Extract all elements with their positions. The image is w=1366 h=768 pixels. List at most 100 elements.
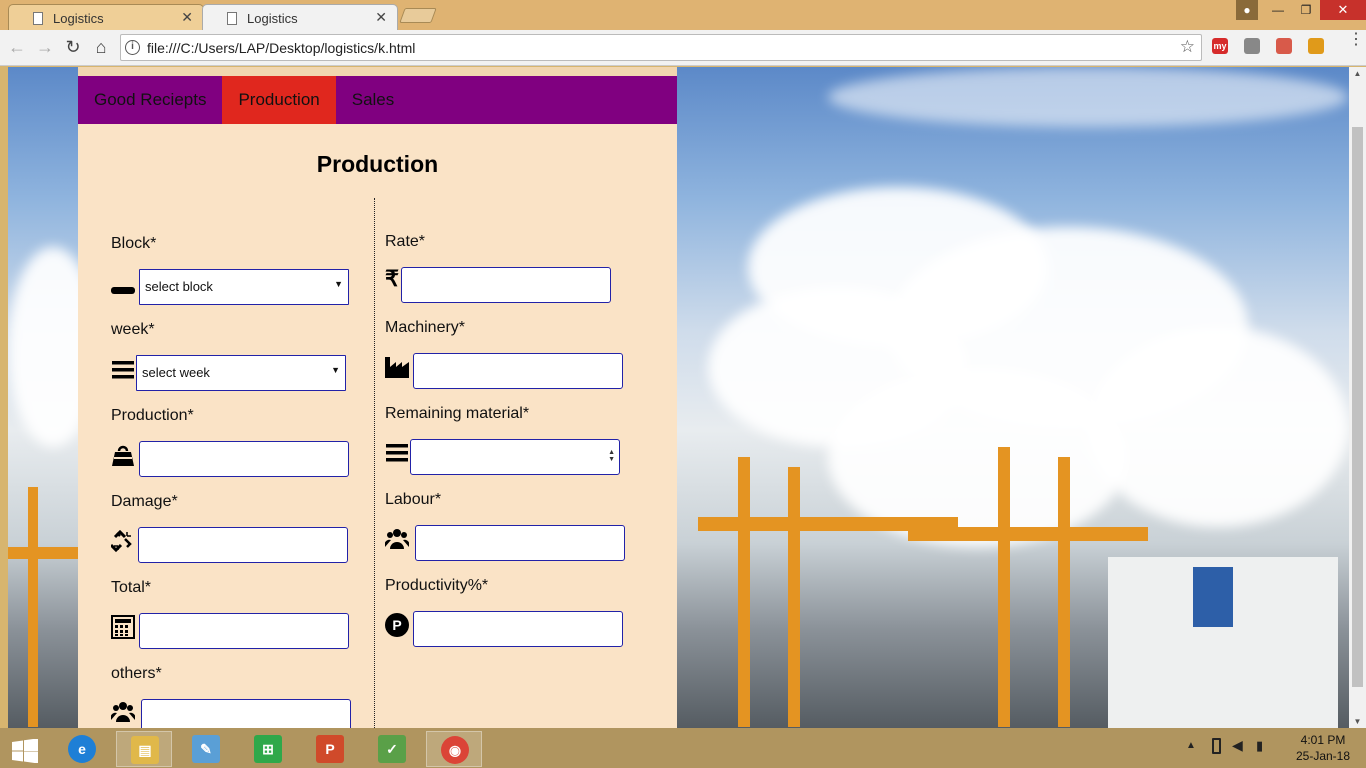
close-window-button[interactable]: ✕ xyxy=(1320,0,1366,20)
back-button[interactable]: ← xyxy=(6,36,28,58)
remaining-material-label: Remaining material* xyxy=(385,405,530,422)
block-label: Block* xyxy=(111,235,157,252)
forward-button[interactable]: → xyxy=(34,36,56,58)
machinery-input[interactable] xyxy=(413,353,623,389)
windows-taskbar: e ▤ ✎ ⊞ P ✓ ◉ ▲ ◀ ▮ 4:01 PM 25-Jan-18 xyxy=(0,728,1366,768)
calculator-icon xyxy=(111,615,135,639)
nav-tab-good-reciepts[interactable]: Good Reciepts xyxy=(78,76,222,124)
battery-icon[interactable] xyxy=(1212,738,1221,754)
scroll-down-arrow-icon[interactable]: ▼ xyxy=(1349,717,1366,726)
page-icon xyxy=(33,12,43,25)
industry-icon xyxy=(385,357,409,378)
rate-label: Rate* xyxy=(385,233,426,250)
scroll-thumb[interactable] xyxy=(1352,127,1363,687)
browser-tab-1[interactable]: Logistics ✕ xyxy=(8,4,204,30)
restore-button[interactable]: ❐ xyxy=(1292,0,1320,20)
others-input[interactable] xyxy=(141,699,351,728)
store-icon: ⊞ xyxy=(254,735,282,763)
info-icon[interactable]: i xyxy=(125,40,140,55)
machinery-label: Machinery* xyxy=(385,319,466,336)
browser-tab-2[interactable]: Logistics ✕ xyxy=(202,4,398,30)
bars-icon xyxy=(386,444,408,462)
taskbar-app-chrome[interactable]: ◉ xyxy=(426,731,482,767)
production-label: Production* xyxy=(111,407,194,424)
clock-time: 4:01 PM xyxy=(1300,733,1346,747)
nav-tab-sales[interactable]: Sales xyxy=(336,76,411,124)
weight-icon xyxy=(112,445,134,466)
taskbar-app-notepad[interactable]: ✓ xyxy=(364,731,420,767)
browser-toolbar: ← → ↻ ⌂ i file:///C:/Users/LAP/Desktop/l… xyxy=(0,30,1366,66)
production-input[interactable] xyxy=(139,441,349,477)
nav-tab-production[interactable]: Production xyxy=(222,76,336,124)
start-button[interactable] xyxy=(0,731,50,767)
week-select[interactable]: select week ▼ xyxy=(136,355,346,391)
windows-logo-icon xyxy=(12,739,38,763)
number-spinner-icon[interactable]: ▲ ▼ xyxy=(608,449,615,463)
block-select-value: select block xyxy=(145,279,213,294)
chrome-menu-icon[interactable]: ⋮ xyxy=(1348,32,1364,48)
productivity-input[interactable] xyxy=(413,611,623,647)
taskbar-app-internet-explorer[interactable]: e xyxy=(54,731,110,767)
minus-icon xyxy=(111,287,135,294)
taskbar-app-paint[interactable]: ✎ xyxy=(178,731,234,767)
browser-tab-title: Logistics xyxy=(53,11,104,26)
window-controls: ● — ❐ ✕ xyxy=(1236,0,1366,20)
total-input[interactable] xyxy=(139,613,349,649)
taskbar-app-file-explorer[interactable]: ▤ xyxy=(116,731,172,767)
others-label: others* xyxy=(111,665,162,682)
address-bar[interactable]: i file:///C:/Users/LAP/Desktop/logistics… xyxy=(120,34,1202,61)
internet-explorer-icon: e xyxy=(68,735,96,763)
damage-label: Damage* xyxy=(111,493,178,510)
block-select[interactable]: select block ▼ xyxy=(139,269,349,305)
minimize-button[interactable]: — xyxy=(1264,0,1292,20)
labour-input[interactable] xyxy=(415,525,625,561)
notepad-icon: ✓ xyxy=(378,735,406,763)
location-extension-icon[interactable] xyxy=(1308,38,1324,54)
browser-tab-title: Logistics xyxy=(247,11,298,26)
users-icon xyxy=(385,529,409,549)
week-label: week* xyxy=(111,321,155,338)
dropdown-arrow-icon: ▼ xyxy=(331,365,340,375)
broken-link-icon xyxy=(111,529,132,553)
close-tab-icon[interactable]: ✕ xyxy=(375,9,387,26)
parking-icon: P xyxy=(385,613,409,637)
rate-input[interactable] xyxy=(401,267,611,303)
network-icon[interactable]: ▮ xyxy=(1256,738,1263,754)
taskbar-app-powerpoint[interactable]: P xyxy=(302,731,358,767)
home-button[interactable]: ⌂ xyxy=(90,36,112,58)
user-icon[interactable]: ● xyxy=(1236,0,1258,20)
my-extension-icon[interactable]: my xyxy=(1212,38,1228,54)
page-scrollbar[interactable]: ▲ ▼ xyxy=(1349,67,1366,728)
page-icon xyxy=(227,12,237,25)
svg-text:P: P xyxy=(392,617,401,633)
chrome-icon: ◉ xyxy=(441,736,469,764)
show-hidden-icons-icon[interactable]: ▲ xyxy=(1186,740,1196,751)
productivity-label: Productivity%* xyxy=(385,577,489,594)
taskbar-app-store[interactable]: ⊞ xyxy=(240,731,296,767)
clock-date: 25-Jan-18 xyxy=(1295,749,1351,763)
browser-tab-strip: Logistics ✕ Logistics ✕ ● — ❐ ✕ xyxy=(0,0,1366,30)
volume-icon[interactable]: ◀ xyxy=(1232,737,1243,754)
page-title: Production xyxy=(316,151,439,177)
bookmark-star-icon[interactable]: ☆ xyxy=(1180,37,1195,57)
dropdown-arrow-icon: ▼ xyxy=(334,279,343,289)
nav-bar: Good Reciepts Production Sales xyxy=(78,76,677,124)
damage-input[interactable] xyxy=(138,527,348,563)
week-select-value: select week xyxy=(142,365,210,380)
dictionary-extension-icon[interactable] xyxy=(1276,38,1292,54)
form-panel: Good Reciepts Production Sales Productio… xyxy=(78,67,677,728)
scroll-up-arrow-icon[interactable]: ▲ xyxy=(1349,69,1366,78)
sync-extension-icon[interactable] xyxy=(1244,38,1260,54)
close-tab-icon[interactable]: ✕ xyxy=(181,9,193,26)
powerpoint-icon: P xyxy=(316,735,344,763)
system-clock[interactable]: 4:01 PM 25-Jan-18 xyxy=(1288,732,1358,764)
remaining-material-input[interactable]: ▲ ▼ xyxy=(410,439,620,475)
reload-button[interactable]: ↻ xyxy=(62,36,84,58)
page-viewport: Good Reciepts Production Sales Productio… xyxy=(8,67,1349,728)
users-icon xyxy=(111,702,135,722)
column-divider xyxy=(374,198,375,728)
url-text[interactable]: file:///C:/Users/LAP/Desktop/logistics/k… xyxy=(147,40,415,56)
total-label: Total* xyxy=(111,579,152,596)
labour-label: Labour* xyxy=(385,491,442,508)
new-tab-button[interactable] xyxy=(399,8,437,23)
